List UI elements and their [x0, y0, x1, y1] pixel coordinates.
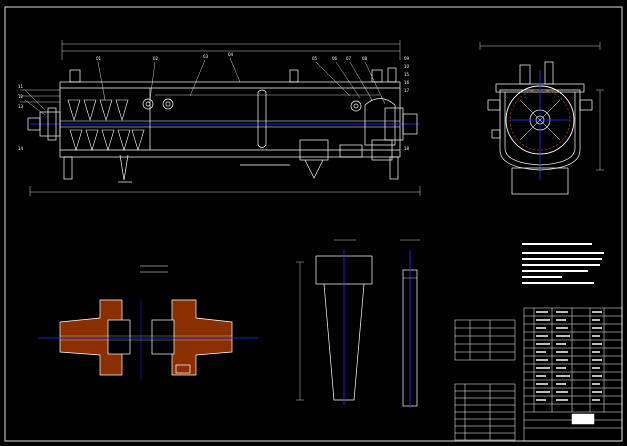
part-callout: 13 [18, 104, 24, 109]
part-callout: 06 [332, 56, 338, 61]
part-callout: 02 [153, 56, 159, 61]
part-callout: 01 [96, 56, 102, 61]
part-callout: 10 [404, 64, 410, 69]
part-callout: 04 [228, 52, 234, 57]
part-callout: 18 [404, 146, 410, 151]
part-callout: 05 [312, 56, 318, 61]
part-callout: 08 [362, 56, 368, 61]
part-callout: 03 [203, 54, 209, 59]
part-callout: 16 [404, 80, 410, 85]
part-callout: 15 [404, 72, 410, 77]
part-callout: 14 [18, 146, 24, 151]
part-callout: 12 [18, 94, 24, 99]
drawing-sheet: 01 02 03 04 05 06 07 08 09 10 11 12 13 1… [0, 0, 627, 446]
part-callout: 17 [404, 88, 410, 93]
part-callout: 09 [404, 56, 410, 61]
part-callout: 07 [346, 56, 352, 61]
part-callout: 11 [18, 84, 24, 89]
